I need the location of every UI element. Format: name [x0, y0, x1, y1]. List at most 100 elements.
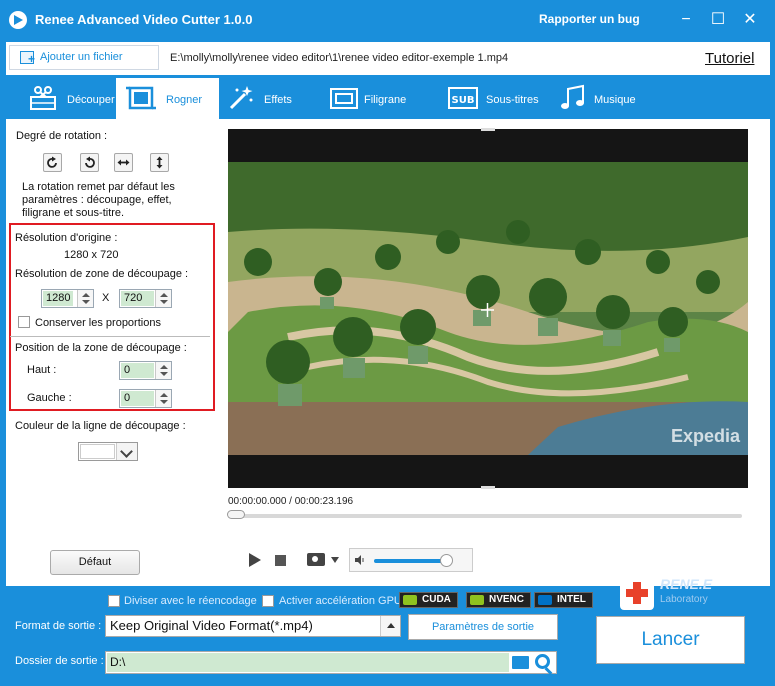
volume-track[interactable] [374, 559, 445, 563]
crop-height-value: 720 [121, 291, 154, 306]
close-button[interactable]: ✕ [740, 10, 760, 30]
line-color-swatch [80, 444, 115, 459]
seek-bar[interactable] [228, 514, 742, 518]
tab-filigrane[interactable]: Filigrane [324, 78, 429, 119]
volume-thumb[interactable] [440, 554, 453, 567]
rotate-left-button[interactable] [80, 153, 99, 172]
report-bug-link[interactable]: Rapporter un bug [539, 12, 640, 26]
file-path: E:\molly\molly\renee video editor\1\rene… [170, 52, 509, 64]
left-offset-arrows[interactable] [155, 390, 171, 407]
watermark-icon [330, 88, 358, 109]
preview-panel: Expedia 00:00:00.000 / 00:00:23.196 [220, 119, 770, 586]
stop-icon[interactable] [275, 555, 286, 566]
rotate-left-icon [85, 156, 95, 168]
left-offset-stepper[interactable]: 0 [119, 389, 172, 408]
chevron-down-icon[interactable] [331, 557, 339, 563]
app-title: Renee Advanced Video Cutter 1.0.0 [35, 12, 253, 27]
top-offset-stepper[interactable]: 0 [119, 361, 172, 380]
video-frame-image: Expedia [228, 162, 748, 455]
launch-button[interactable]: Lancer [596, 616, 745, 664]
output-settings-button[interactable]: Paramètres de sortie [408, 614, 558, 640]
tab-decouper-label: Découper [67, 94, 115, 106]
tutorial-link[interactable]: Tutoriel [705, 50, 754, 67]
crop-resolution-label: Résolution de zone de découpage : [15, 268, 189, 280]
line-color-picker[interactable] [78, 442, 138, 461]
tab-decouper[interactable]: Découper [12, 78, 120, 119]
original-resolution-label: Résolution d'origine : [15, 232, 118, 244]
output-folder-field[interactable]: D:\ [105, 651, 557, 674]
rotate-right-icon [47, 156, 57, 168]
flip-horizontal-icon [117, 159, 130, 166]
tab-effets-label: Effets [264, 94, 292, 106]
cuda-badge: CUDA [399, 592, 458, 608]
split-reencode-label: Diviser avec le réencodage [124, 595, 257, 607]
play-icon[interactable] [249, 553, 261, 567]
rotate-right-button[interactable] [43, 153, 62, 172]
tab-musique[interactable]: Musique [556, 78, 656, 119]
flip-horizontal-button[interactable] [114, 153, 133, 172]
crop-width-arrows[interactable] [77, 290, 93, 307]
garden-scene-image [228, 162, 748, 455]
video-preview[interactable]: Expedia [228, 128, 748, 489]
tab-bar: Découper Rogner Effets Filigrane SUB Sou… [6, 78, 770, 119]
seek-thumb[interactable] [227, 510, 245, 519]
output-bar: Diviser avec le réencodage Activer accél… [0, 576, 775, 686]
gpu-accel-checkbox[interactable] [262, 595, 274, 607]
nvenc-badge: NVENC [466, 592, 532, 608]
crop-height-stepper[interactable]: 720 [119, 289, 172, 308]
output-folder-value[interactable]: D:\ [107, 653, 509, 672]
original-resolution-value: 1280 x 720 [64, 249, 119, 261]
volume-control[interactable] [349, 548, 473, 572]
snapshot-camera-icon[interactable] [307, 553, 325, 566]
output-format-value: Keep Original Video Format(*.mp4) [110, 618, 313, 633]
output-format-select[interactable]: Keep Original Video Format(*.mp4) [105, 615, 401, 637]
tab-rogner[interactable]: Rogner [116, 78, 219, 119]
add-file-button[interactable]: Ajouter un fichier [9, 45, 159, 70]
flip-vertical-button[interactable] [150, 153, 169, 172]
split-reencode-checkbox[interactable] [108, 595, 120, 607]
speaker-icon[interactable] [355, 555, 365, 565]
left-offset-value: 0 [121, 391, 154, 406]
section-divider [10, 336, 210, 337]
music-note-icon [561, 84, 584, 109]
tab-rogner-label: Rogner [166, 94, 203, 106]
add-file-icon [20, 51, 35, 65]
keep-ratio-label: Conserver les proportions [35, 317, 161, 329]
search-icon[interactable] [535, 654, 550, 669]
scissors-film-icon [30, 86, 56, 110]
crop-icon [126, 86, 156, 110]
keep-ratio-checkbox[interactable] [18, 316, 30, 328]
folder-icon[interactable] [512, 656, 529, 669]
left-offset-label: Gauche : [27, 392, 72, 404]
maximize-button[interactable]: ☐ [708, 10, 728, 30]
tab-musique-label: Musique [594, 94, 636, 106]
crop-width-stepper[interactable]: 1280 [41, 289, 94, 308]
default-button[interactable]: Défaut [50, 550, 140, 575]
tab-effets[interactable]: Effets [221, 78, 316, 119]
flip-vertical-icon [156, 156, 163, 169]
output-folder-label: Dossier de sortie : [15, 655, 104, 667]
dropdown-arrow-icon[interactable] [380, 616, 400, 636]
minimize-button[interactable]: − [676, 10, 696, 30]
tab-filigrane-label: Filigrane [364, 94, 407, 106]
chevron-down-icon[interactable] [116, 443, 137, 460]
crop-handle-bottom[interactable] [481, 486, 495, 489]
crop-position-label: Position de la zone de découpage : [15, 342, 187, 354]
rotation-note-line-2: paramètres : découpage, effet, [22, 194, 172, 206]
tab-sous-titres-label: Sous-titres [486, 94, 539, 106]
tab-sous-titres[interactable]: SUB Sous-titres [444, 78, 549, 119]
title-bar: Renee Advanced Video Cutter 1.0.0 Rappor… [0, 0, 775, 40]
crop-settings-panel: Degré de rotation : La rotation remet pa… [6, 119, 220, 586]
spin-up-icon [160, 293, 168, 297]
file-bar: Ajouter un fichier E:\molly\molly\renee … [6, 42, 770, 75]
spin-down-icon [160, 372, 168, 376]
top-offset-label: Haut : [27, 364, 57, 376]
gpu-accel-label: Activer accélération GPU [279, 595, 402, 607]
spin-up-icon [160, 365, 168, 369]
top-offset-arrows[interactable] [155, 362, 171, 379]
crop-height-arrows[interactable] [155, 290, 171, 307]
spin-up-icon [160, 393, 168, 397]
crop-handle-top[interactable] [481, 128, 495, 131]
add-file-label: Ajouter un fichier [40, 51, 123, 63]
output-format-label: Format de sortie : [15, 620, 102, 632]
